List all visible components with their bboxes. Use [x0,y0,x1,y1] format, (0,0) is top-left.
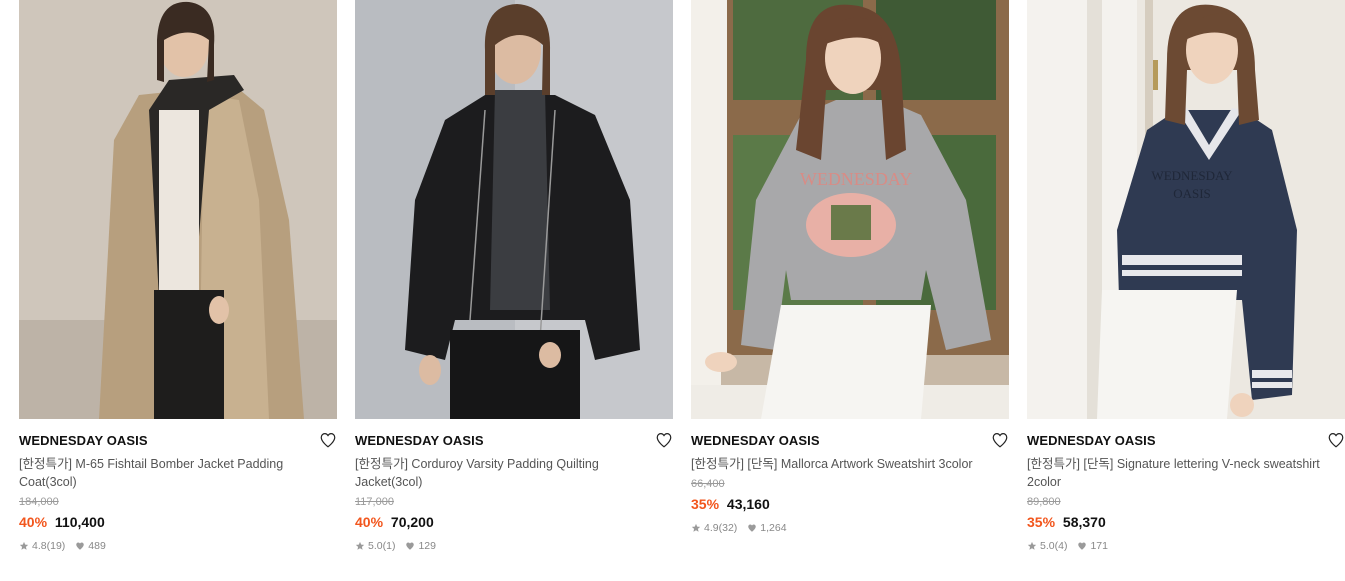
product-title[interactable]: [한정특가] [단독] Signature lettering V-neck s… [1027,455,1337,491]
product-image[interactable] [19,0,337,419]
review-count: (32) [718,522,738,534]
heart-filled-icon [405,541,415,551]
star-icon [19,541,29,551]
likes-count: 129 [418,540,436,552]
rating-group: 5.0 (1) [355,539,395,553]
price-row: 40% 70,200 [355,513,673,531]
review-count: (19) [46,540,66,552]
product-image[interactable]: WEDNESDAY [691,0,1009,419]
product-image[interactable] [355,0,673,419]
rating-value: 4.9 [704,522,719,534]
product-info: WEDNESDAY OASIS [한정특가] [단독] Mallorca Art… [691,419,1009,535]
rating-value: 5.0 [368,540,383,552]
product-grid: WEDNESDAY OASIS [한정특가] M-65 Fishtail Bom… [19,0,1345,553]
brand-name[interactable]: WEDNESDAY OASIS [691,433,1009,449]
original-price: 184,000 [19,496,59,508]
product-card[interactable]: WEDNESDAY OASIS [한정특가] Corduroy Varsity … [355,0,673,553]
brand-name[interactable]: WEDNESDAY OASIS [19,433,337,449]
price-row: 35% 43,160 [691,495,1009,513]
discount-rate: 40% [19,514,48,530]
product-info: WEDNESDAY OASIS [한정특가] [단독] Signature le… [1027,419,1345,553]
svg-text:WEDNESDAY: WEDNESDAY [800,169,912,189]
product-stats: 4.8 (19) 489 [19,539,337,553]
sale-price: 110,400 [54,514,105,530]
product-info: WEDNESDAY OASIS [한정특가] M-65 Fishtail Bom… [19,419,337,553]
brand-name[interactable]: WEDNESDAY OASIS [355,433,673,449]
heart-filled-icon [747,523,757,533]
product-stats: 4.9 (32) 1,264 [691,521,1009,535]
wishlist-heart-icon[interactable] [991,431,1009,449]
product-card[interactable]: WEDNESDAY OASIS [한정특가] M-65 Fishtail Bom… [19,0,337,553]
sale-price: 70,200 [390,514,434,530]
brand-name[interactable]: WEDNESDAY OASIS [1027,433,1345,449]
original-price: 66,400 [691,478,725,490]
likes-count: 171 [1090,540,1108,552]
heart-filled-icon [75,541,85,551]
price-row: 35% 58,370 [1027,513,1345,531]
likes-count: 489 [88,540,106,552]
rating-group: 4.8 (19) [19,539,65,553]
wishlist-heart-icon[interactable] [319,431,337,449]
star-icon [1027,541,1037,551]
sale-price: 43,160 [726,496,770,512]
original-price: 117,000 [355,496,394,508]
svg-text:WEDNESDAY: WEDNESDAY [1151,168,1233,183]
product-stats: 5.0 (4) 171 [1027,539,1345,553]
product-card[interactable]: WEDNESDAY WEDNESDAY OASIS [한정특가] [단독] Ma… [691,0,1009,553]
rating-group: 5.0 (4) [1027,539,1067,553]
wishlist-heart-icon[interactable] [1327,431,1345,449]
discount-rate: 40% [355,514,384,530]
product-info: WEDNESDAY OASIS [한정특가] Corduroy Varsity … [355,419,673,553]
likes-group: 171 [1077,539,1108,553]
product-image[interactable]: WEDNESDAY OASIS [1027,0,1345,419]
rating-value: 4.8 [32,540,47,552]
original-price: 89,800 [1027,496,1061,508]
rating-value: 5.0 [1040,540,1055,552]
rating-group: 4.9 (32) [691,521,737,535]
product-title[interactable]: [한정특가] [단독] Mallorca Artwork Sweatshirt … [691,455,1001,473]
product-title[interactable]: [한정특가] Corduroy Varsity Padding Quilting… [355,455,665,491]
product-title[interactable]: [한정특가] M-65 Fishtail Bomber Jacket Paddi… [19,455,329,491]
discount-rate: 35% [691,496,720,512]
sale-price: 58,370 [1062,514,1106,530]
likes-group: 489 [75,539,106,553]
product-stats: 5.0 (1) 129 [355,539,673,553]
review-count: (4) [1054,540,1068,552]
wishlist-heart-icon[interactable] [655,431,673,449]
review-count: (1) [382,540,396,552]
likes-group: 129 [405,539,436,553]
price-row: 40% 110,400 [19,513,337,531]
likes-count: 1,264 [760,522,787,534]
star-icon [355,541,365,551]
star-icon [691,523,701,533]
discount-rate: 35% [1027,514,1056,530]
product-card[interactable]: WEDNESDAY OASIS WEDNESDAY OASIS [한정특가] [… [1027,0,1345,553]
heart-filled-icon [1077,541,1087,551]
likes-group: 1,264 [747,521,787,535]
svg-text:OASIS: OASIS [1173,186,1211,201]
